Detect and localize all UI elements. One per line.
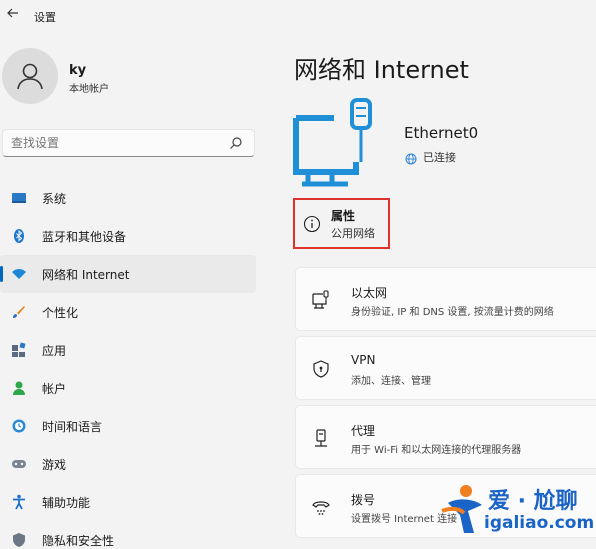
sidebar-nav: 系统 蓝牙和其他设备 网络和 Internet 个性化 应用 帐户 时间和语言 … xyxy=(0,179,262,549)
sidebar-item-label: 隐私和安全性 xyxy=(42,533,115,548)
vpn-card[interactable]: VPN 添加、连接、管理 xyxy=(295,336,596,400)
personalize-icon xyxy=(11,304,27,320)
card-title: 以太网 xyxy=(351,286,388,300)
sidebar-item-label: 蓝牙和其他设备 xyxy=(42,229,127,244)
search-box[interactable] xyxy=(2,129,255,157)
connection-status: 已连接 xyxy=(423,151,456,164)
sidebar: ky 本地帐户 系统 蓝牙和其他设备 网络和 Internet xyxy=(0,32,262,549)
adapter-name: Ethernet0 xyxy=(404,124,479,142)
bluetooth-icon xyxy=(11,228,27,244)
sidebar-item-label: 辅助功能 xyxy=(42,495,91,510)
watermark-figure-icon xyxy=(441,485,482,533)
properties-button[interactable]: 属性 公用网络 xyxy=(293,198,390,249)
sidebar-item-accessibility[interactable]: 辅助功能 xyxy=(0,483,256,521)
properties-title: 属性 xyxy=(331,209,356,223)
sidebar-item-system[interactable]: 系统 xyxy=(0,179,256,217)
user-icon xyxy=(17,63,43,90)
sidebar-item-time-language[interactable]: 时间和语言 xyxy=(0,407,256,445)
sidebar-item-label: 系统 xyxy=(42,191,67,206)
sidebar-item-label: 时间和语言 xyxy=(42,419,103,434)
card-subtitle: 身份验证, IP 和 DNS 设置, 按流量计费的网络 xyxy=(351,307,554,318)
user-name: ky xyxy=(69,63,87,78)
gaming-icon xyxy=(11,456,27,472)
network-icon xyxy=(11,266,27,282)
accessibility-icon xyxy=(11,494,27,510)
proxy-card[interactable]: 代理 用于 Wi-Fi 和以太网连接的代理服务器 xyxy=(295,405,596,469)
sidebar-item-privacy[interactable]: 隐私和安全性 xyxy=(0,521,256,549)
sidebar-item-label: 应用 xyxy=(42,343,67,358)
info-icon xyxy=(303,215,321,233)
sidebar-item-bluetooth[interactable]: 蓝牙和其他设备 xyxy=(0,217,256,255)
globe-icon xyxy=(405,150,417,165)
search-icon[interactable] xyxy=(228,135,244,151)
page-title: 网络和 Internet xyxy=(294,56,469,84)
dialup-icon xyxy=(311,497,331,517)
sidebar-item-label: 网络和 Internet xyxy=(42,267,130,282)
sidebar-item-network[interactable]: 网络和 Internet xyxy=(0,255,256,293)
apps-icon xyxy=(11,342,27,358)
sidebar-item-personalization[interactable]: 个性化 xyxy=(0,293,256,331)
system-icon xyxy=(11,190,27,206)
watermark-url: igaliao.com xyxy=(484,513,595,533)
ethernet-illustration-icon xyxy=(292,98,382,188)
back-arrow-icon[interactable] xyxy=(2,6,24,26)
app-title: 设置 xyxy=(34,11,56,24)
sidebar-item-label: 游戏 xyxy=(42,457,67,472)
account-type: 本地帐户 xyxy=(69,84,109,95)
account-icon xyxy=(11,380,27,396)
sidebar-item-apps[interactable]: 应用 xyxy=(0,331,256,369)
sidebar-item-gaming[interactable]: 游戏 xyxy=(0,445,256,483)
sidebar-item-accounts[interactable]: 帐户 xyxy=(0,369,256,407)
watermark-text: 爱 · 尬聊 xyxy=(488,489,578,514)
properties-subtitle: 公用网络 xyxy=(331,227,375,240)
sidebar-item-label: 个性化 xyxy=(42,305,79,320)
watermark-logo: 爱 · 尬聊 igaliao.com xyxy=(438,477,594,545)
time-language-icon xyxy=(11,418,27,434)
main-content: 网络和 Internet Ethernet0 已连接 属性 公用网络 以太网 身… xyxy=(262,32,596,549)
card-subtitle: 添加、连接、管理 xyxy=(351,376,431,387)
card-title: VPN xyxy=(351,353,376,367)
vpn-shield-icon xyxy=(311,359,331,379)
privacy-icon xyxy=(11,532,27,548)
active-indicator xyxy=(0,266,3,282)
ethernet-card[interactable]: 以太网 身份验证, IP 和 DNS 设置, 按流量计费的网络 xyxy=(295,267,596,331)
avatar[interactable] xyxy=(2,48,58,104)
title-bar: 设置 xyxy=(0,0,596,32)
proxy-icon xyxy=(311,428,331,448)
card-subtitle: 用于 Wi-Fi 和以太网连接的代理服务器 xyxy=(351,445,522,456)
card-title: 代理 xyxy=(351,424,376,438)
card-title: 拨号 xyxy=(351,493,376,507)
search-input[interactable] xyxy=(11,135,221,151)
ethernet-icon xyxy=(311,290,331,310)
sidebar-item-label: 帐户 xyxy=(42,381,67,396)
